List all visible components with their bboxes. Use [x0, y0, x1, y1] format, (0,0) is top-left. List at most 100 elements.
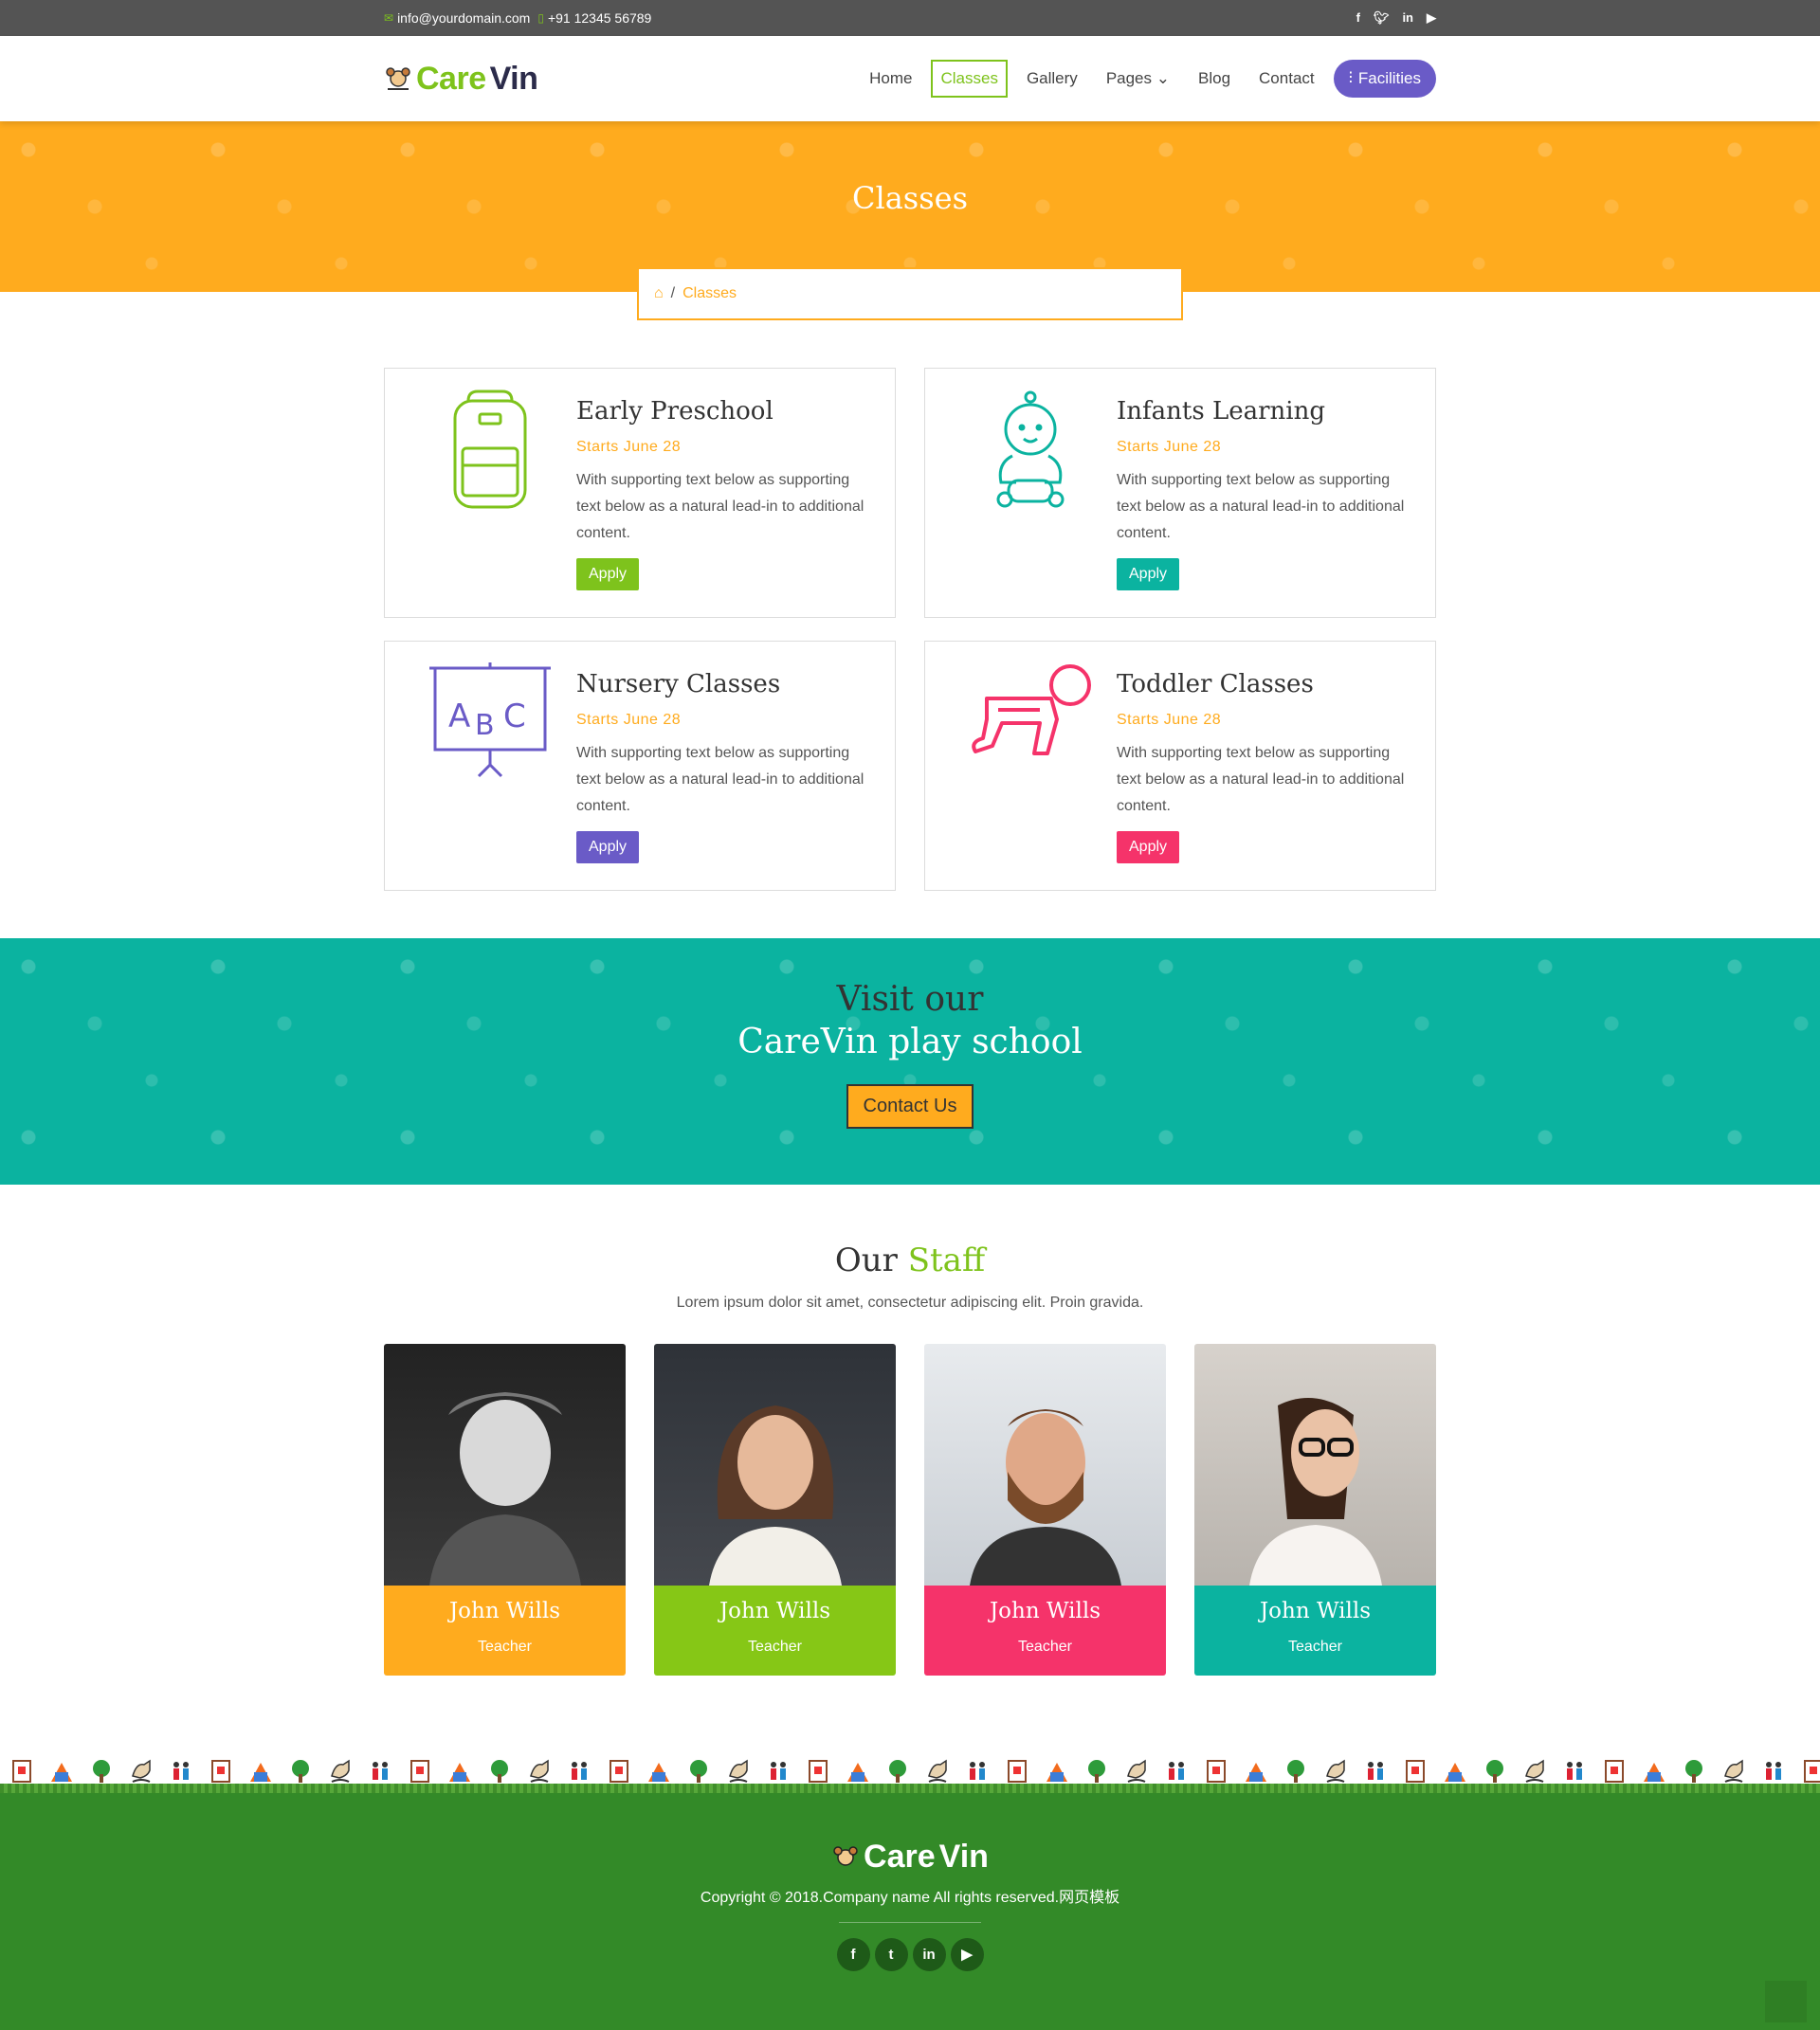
staff-role: Teacher: [478, 1639, 532, 1655]
contact-us-button[interactable]: Contact Us: [846, 1084, 974, 1129]
playground-decoration-icon: [292, 1760, 309, 1783]
staff-role: Teacher: [748, 1639, 802, 1655]
class-card-toddler-classes: Toddler Classes Starts June 28 With supp…: [924, 641, 1436, 891]
phone-text: +91 12345 56789: [547, 10, 652, 26]
mail-icon: ✉: [384, 11, 394, 25]
nav-blog[interactable]: Blog: [1189, 60, 1240, 98]
footer: Care Vin Copyright © 2018.Company name Al…: [0, 1793, 1820, 2030]
linkedin-icon[interactable]: in: [912, 1937, 946, 1971]
visit-banner: Visit our CareVin play school Contact Us: [0, 938, 1820, 1185]
twitter-icon[interactable]: 🐦︎: [1374, 10, 1390, 26]
class-card-nursery-classes: A B C Nursery Classes Starts June 28 Wit…: [384, 641, 896, 891]
copyright-text: Copyright © 2018.Company name All rights…: [700, 1889, 1120, 1906]
playground-decoration-icon: [572, 1762, 587, 1780]
chevron-down-icon: ⌄: [1156, 69, 1170, 87]
playground-icons-row: [0, 1742, 1820, 1784]
staff-subtitle: Lorem ipsum dolor sit amet, consectetur …: [676, 1295, 1144, 1311]
main-nav: Home Classes Gallery Pages ⌄ Blog Contac…: [860, 60, 1436, 98]
youtube-icon[interactable]: ▶: [1427, 10, 1436, 26]
playground-decoration-icon: [491, 1760, 508, 1783]
facebook-icon[interactable]: f: [1356, 10, 1360, 26]
footer-logo[interactable]: Care Vin: [831, 1839, 989, 1876]
logo-mascot-icon: [833, 1845, 858, 1866]
playground-decoration-icon: [530, 1759, 549, 1783]
classes-section: Early Preschool Starts June 28 With supp…: [0, 292, 1820, 938]
site-logo[interactable]: Care Vin: [384, 60, 538, 98]
staff-heading-b: Staff: [907, 1242, 986, 1279]
logo-mascot-icon: [386, 67, 410, 90]
playground-decoration-icon: [1766, 1762, 1781, 1780]
apply-button[interactable]: Apply: [1117, 831, 1180, 863]
playground-decoration-icon: [1246, 1763, 1266, 1782]
nav-contact[interactable]: Contact: [1249, 60, 1324, 98]
facilities-label: Facilities: [1357, 69, 1421, 87]
class-description: With supporting text below as supporting…: [1117, 745, 1405, 814]
playground-strip: [0, 1742, 1820, 1793]
staff-card[interactable]: John Wills Teacher: [924, 1344, 1166, 1676]
twitter-icon[interactable]: t: [874, 1937, 908, 1971]
staff-card[interactable]: John Wills Teacher: [654, 1344, 896, 1676]
playground-decoration-icon: [1605, 1760, 1624, 1783]
staff-photo: [1194, 1344, 1436, 1586]
staff-name: John Wills: [1259, 1599, 1372, 1623]
email-text: info@yourdomain.com: [397, 10, 531, 26]
playground-decoration-icon: [809, 1760, 828, 1783]
footer-social: f t in ▶: [0, 1937, 1820, 1971]
playground-decoration-icon: [12, 1760, 31, 1783]
nav-pages-label: Pages: [1105, 69, 1153, 87]
linkedin-icon[interactable]: in: [1402, 10, 1413, 26]
grass-edge: [0, 1784, 1820, 1793]
back-to-top-button[interactable]: [1765, 1981, 1807, 2022]
facilities-icon: ⫶: [1348, 69, 1353, 87]
staff-card[interactable]: John Wills Teacher: [1194, 1344, 1436, 1676]
playground-decoration-icon: [1207, 1760, 1226, 1783]
staff-heading: Our Staff: [384, 1242, 1436, 1279]
playground-decoration-icon: [211, 1760, 230, 1783]
apply-button[interactable]: Apply: [576, 831, 640, 863]
staff-photo: [924, 1344, 1166, 1586]
staff-name: John Wills: [989, 1599, 1101, 1623]
staff-name: John Wills: [448, 1599, 561, 1623]
playground-decoration-icon: [1406, 1760, 1425, 1783]
crawling-baby-icon: [972, 664, 1091, 755]
apply-button[interactable]: Apply: [576, 558, 640, 590]
playground-decoration-icon: [889, 1760, 906, 1783]
email-contact[interactable]: ✉ info@yourdomain.com: [384, 10, 530, 26]
class-title: Toddler Classes: [1117, 670, 1314, 698]
nav-pages[interactable]: Pages ⌄: [1097, 60, 1179, 98]
phone-icon: ▯: [537, 11, 544, 25]
logo-vin-text: Vin: [489, 60, 538, 97]
playground-decoration-icon: [1525, 1759, 1544, 1783]
person-silhouette-icon: [708, 1405, 842, 1586]
breadcrumb-current: Classes: [682, 285, 737, 301]
facilities-button[interactable]: ⫶ Facilities: [1333, 60, 1436, 98]
playground-decoration-icon: [648, 1763, 669, 1782]
facebook-icon[interactable]: f: [836, 1937, 870, 1971]
playground-decoration-icon: [1486, 1760, 1503, 1783]
person-silhouette-icon: [428, 1392, 581, 1586]
nav-home[interactable]: Home: [860, 60, 921, 98]
staff-photo: [384, 1344, 626, 1586]
class-card-early-preschool: Early Preschool Starts June 28 With supp…: [384, 368, 896, 618]
staff-card[interactable]: John Wills Teacher: [384, 1344, 626, 1676]
phone-contact[interactable]: ▯ +91 12345 56789: [537, 10, 651, 26]
top-bar: ✉ info@yourdomain.com ▯ +91 12345 56789 f …: [0, 0, 1820, 36]
playground-decoration-icon: [1804, 1760, 1820, 1783]
playground-decoration-icon: [771, 1762, 786, 1780]
staff-section: Our Staff Lorem ipsum dolor sit amet, co…: [0, 1185, 1820, 1742]
apply-button[interactable]: Apply: [1117, 558, 1180, 590]
playground-decoration-icon: [1127, 1759, 1146, 1783]
playground-decoration-icon: [1008, 1760, 1027, 1783]
svg-text:A: A: [448, 698, 470, 735]
staff-role: Teacher: [1018, 1639, 1072, 1655]
nav-gallery[interactable]: Gallery: [1017, 60, 1087, 98]
nav-classes[interactable]: Classes: [931, 60, 1008, 98]
footer-logo-vin: Vin: [938, 1839, 989, 1875]
class-title: Early Preschool: [576, 397, 774, 426]
class-date: Starts June 28: [1117, 439, 1222, 455]
youtube-icon[interactable]: ▶: [950, 1937, 984, 1971]
home-icon[interactable]: ⌂: [654, 285, 664, 302]
playground-decoration-icon: [1088, 1760, 1105, 1783]
playground-decoration-icon: [1685, 1760, 1702, 1783]
playground-decoration-icon: [1046, 1763, 1067, 1782]
